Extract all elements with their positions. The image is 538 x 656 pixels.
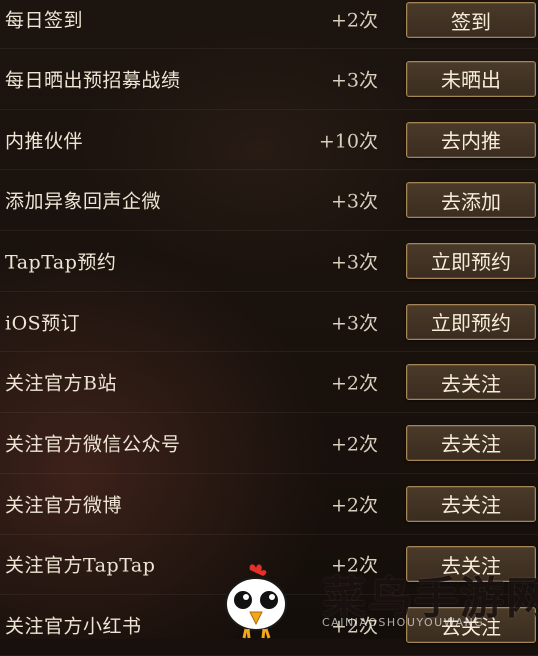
task-reward: +2次 (330, 615, 378, 638)
task-reward: +3次 (330, 251, 378, 274)
follow-weibo-button[interactable]: 去关注 (406, 485, 536, 522)
checkin-button[interactable]: 签到 (406, 2, 536, 38)
task-row-follow-wechat: 关注官方微信公众号 +2次 去关注 (0, 413, 538, 474)
follow-wechat-button[interactable]: 去关注 (406, 424, 536, 461)
task-row-follow-bilibili: 关注官方B站 +2次 去关注 (0, 352, 538, 414)
task-reward: +2次 (330, 372, 378, 395)
task-row-ios-preorder: iOS预订 +3次 立即预约 (0, 292, 538, 353)
task-name: 关注官方小红书 (5, 615, 142, 638)
task-row-add-wecom: 添加异象回声企微 +3次 去添加 (0, 170, 538, 232)
task-name: 内推伙伴 (5, 130, 84, 153)
task-reward: +2次 (330, 554, 378, 577)
task-name: 关注官方B站 (5, 372, 117, 395)
follow-taptap-button[interactable]: 去关注 (406, 546, 536, 583)
task-row-follow-weibo: 关注官方微博 +2次 去关注 (0, 474, 538, 535)
task-name: 关注官方微博 (5, 494, 123, 517)
task-reward: +10次 (318, 130, 378, 153)
task-row-follow-xiaohongshu: 关注官方小红书 +2次 去关注 (0, 595, 538, 656)
task-name: 添加异象回声企微 (5, 190, 162, 213)
follow-xiaohongshu-button[interactable]: 去关注 (406, 607, 536, 644)
task-name: iOS预订 (5, 312, 81, 335)
task-name: TapTap预约 (5, 251, 117, 274)
task-row-refer-friend: 内推伙伴 +10次 去内推 (0, 110, 538, 171)
task-name: 每日签到 (5, 9, 84, 32)
task-name: 每日晒出预招募战绩 (5, 69, 181, 92)
task-name: 关注官方TapTap (5, 554, 156, 577)
task-row-daily-checkin: 每日签到 +2次 签到 (0, 0, 538, 49)
share-record-button[interactable]: 未晒出 (406, 60, 536, 97)
task-reward: +2次 (330, 494, 378, 517)
ios-preorder-button[interactable]: 立即预约 (406, 303, 536, 340)
follow-bilibili-button[interactable]: 去关注 (406, 364, 536, 401)
task-reward: +3次 (330, 312, 378, 335)
task-reward: +2次 (330, 433, 378, 456)
refer-button[interactable]: 去内推 (406, 121, 536, 158)
task-row-follow-taptap: 关注官方TapTap +2次 去关注 (0, 535, 538, 596)
add-wecom-button[interactable]: 去添加 (406, 182, 536, 219)
taptap-reserve-button[interactable]: 立即预约 (406, 242, 536, 279)
task-row-share-record: 每日晒出预招募战绩 +3次 未晒出 (0, 49, 538, 110)
task-name: 关注官方微信公众号 (5, 433, 181, 456)
task-reward: +3次 (330, 69, 378, 92)
task-list: 每日签到 +2次 签到 每日晒出预招募战绩 +3次 未晒出 内推伙伴 +10次 … (0, 0, 538, 656)
task-reward: +2次 (330, 9, 378, 32)
task-row-taptap-reserve: TapTap预约 +3次 立即预约 (0, 231, 538, 292)
task-reward: +3次 (330, 190, 378, 213)
